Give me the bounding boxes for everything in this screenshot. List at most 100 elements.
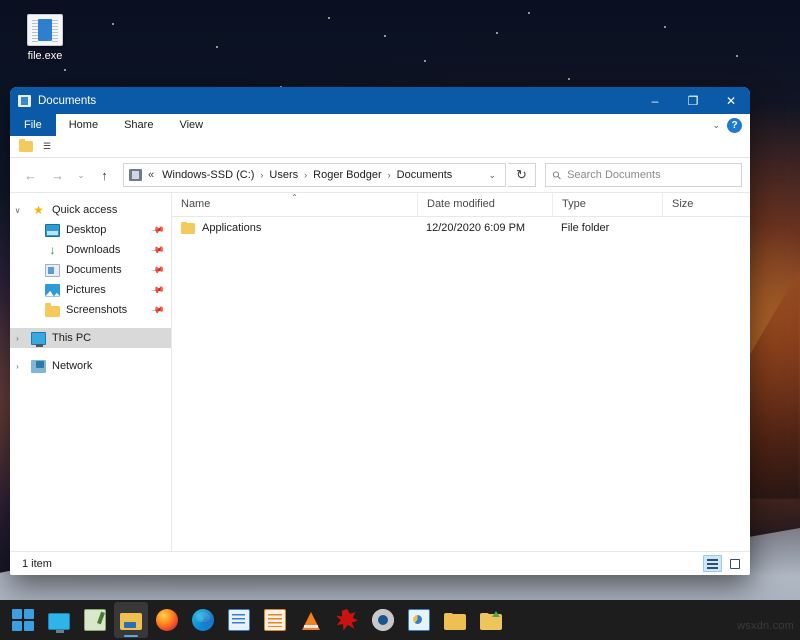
red-splat-icon (336, 609, 358, 631)
address-bar[interactable]: « Windows-SSD (C:) › Users › Roger Bodge… (123, 163, 506, 187)
chevron-down-icon[interactable]: ∨ (10, 206, 25, 215)
folder-upload-app-button[interactable] (474, 602, 508, 638)
network-icon (31, 360, 46, 373)
pin-icon[interactable]: 📌 (150, 282, 165, 297)
sidebar-item-downloads[interactable]: ↓ Downloads 📌 (10, 240, 171, 260)
this-pc-icon (129, 169, 142, 181)
folder-upload-icon (480, 614, 502, 630)
calc-spreadsheet-icon (264, 609, 286, 631)
details-view-button[interactable] (703, 555, 722, 572)
close-button[interactable]: ✕ (712, 87, 750, 114)
item-count-label: 1 item (22, 558, 52, 570)
sidebar-item-this-pc[interactable]: › This PC (10, 328, 171, 348)
start-button[interactable] (6, 602, 40, 638)
sidebar-item-label: Pictures (66, 284, 106, 296)
column-label: Name (181, 198, 210, 210)
vlc-cone-icon (302, 612, 320, 630)
sidebar-item-documents[interactable]: Documents 📌 (10, 260, 171, 280)
documents-icon (45, 264, 60, 277)
view-mode-buttons (703, 555, 744, 572)
impress-presentation-icon (408, 609, 430, 631)
large-icons-view-button[interactable] (725, 555, 744, 572)
desktop-icon-file-exe[interactable]: file.exe (6, 14, 84, 62)
breadcrumb-item-2[interactable]: Roger Bodger (310, 168, 385, 182)
documents-folder-icon (18, 95, 31, 107)
desktop: file.exe Documents – ❐ ✕ File Home Share… (0, 0, 800, 640)
forward-button[interactable]: → (45, 163, 70, 187)
vlc-app-button[interactable] (294, 602, 328, 638)
file-explorer-app-button[interactable] (114, 602, 148, 638)
writer-app-button[interactable] (222, 602, 256, 638)
edge-icon (192, 609, 214, 631)
sidebar-item-pictures[interactable]: Pictures 📌 (10, 280, 171, 300)
tab-file[interactable]: File (10, 114, 56, 136)
search-input[interactable] (567, 169, 734, 181)
chevron-right-icon[interactable]: › (10, 362, 25, 371)
up-button[interactable]: ↑ (92, 163, 117, 187)
breadcrumb-item-3[interactable]: Documents (394, 168, 456, 182)
breadcrumb-separator[interactable]: › (387, 170, 392, 180)
window-titlebar[interactable]: Documents – ❐ ✕ (10, 87, 750, 114)
tab-view[interactable]: View (166, 114, 216, 136)
column-header-type[interactable]: Type (552, 192, 662, 216)
ribbon-right-controls: ⌄ ? (712, 114, 750, 136)
maximize-button[interactable]: ❐ (674, 87, 712, 114)
sidebar-item-desktop[interactable]: Desktop 📌 (10, 220, 171, 240)
column-header-name[interactable]: ⌃ Name (172, 192, 417, 216)
paint-icon (84, 609, 106, 631)
edge-app-button[interactable] (186, 602, 220, 638)
sidebar-item-screenshots[interactable]: Screenshots 📌 (10, 300, 171, 320)
calc-app-button[interactable] (258, 602, 292, 638)
folder-app-button[interactable] (438, 602, 472, 638)
folder-icon (120, 613, 142, 630)
pin-icon[interactable]: 📌 (150, 302, 165, 317)
details-view-icon (707, 559, 718, 569)
breadcrumb: « Windows-SSD (C:) › Users › Roger Bodge… (142, 168, 455, 182)
navigation-pane: ∨ ★ Quick access Desktop 📌 ↓ Downloads 📌 (10, 193, 172, 551)
minimize-button[interactable]: – (636, 87, 674, 114)
pin-icon[interactable]: 📌 (150, 242, 165, 257)
pin-icon[interactable]: 📌 (150, 222, 165, 237)
gear-icon (372, 609, 394, 631)
sidebar-item-quick-access[interactable]: ∨ ★ Quick access (10, 200, 171, 220)
firefox-app-button[interactable] (150, 602, 184, 638)
tab-share[interactable]: Share (111, 114, 166, 136)
recent-locations-button[interactable]: ⌄ (72, 163, 90, 187)
task-view-button[interactable] (42, 602, 76, 638)
status-bar: 1 item (10, 551, 750, 575)
sidebar-item-label: This PC (52, 332, 91, 344)
chevron-right-icon[interactable]: › (10, 334, 25, 343)
pictures-icon (45, 284, 60, 297)
gimp-app-button[interactable] (330, 602, 364, 638)
qat-dropdown-icon[interactable]: ☰ (43, 141, 50, 152)
pin-icon[interactable]: 📌 (150, 262, 165, 277)
table-row[interactable]: Applications 12/20/2020 6:09 PM File fol… (172, 217, 750, 239)
paint-app-button[interactable] (78, 602, 112, 638)
search-box[interactable]: ⚲ (545, 163, 742, 187)
chevron-down-icon[interactable]: ⌄ (712, 120, 720, 131)
breadcrumb-item-0[interactable]: Windows-SSD (C:) (159, 168, 257, 182)
search-icon: ⚲ (550, 168, 565, 183)
document-window-icon (27, 14, 63, 46)
back-button[interactable]: ← (18, 163, 43, 187)
refresh-button[interactable]: ↻ (508, 163, 536, 187)
this-pc-icon (31, 332, 46, 345)
quick-access-toolbar: ☰ (10, 136, 750, 158)
column-header-date-modified[interactable]: Date modified (417, 192, 552, 216)
address-dropdown-icon[interactable]: ⌄ (483, 170, 501, 181)
file-explorer-window: Documents – ❐ ✕ File Home Share View ⌄ ?… (10, 87, 750, 575)
breadcrumb-separator[interactable]: › (303, 170, 308, 180)
breadcrumb-item-1[interactable]: Users (266, 168, 301, 182)
sidebar-item-label: Documents (66, 264, 122, 276)
breadcrumb-overflow[interactable]: « (142, 169, 157, 181)
column-header-size[interactable]: Size (662, 192, 750, 216)
help-icon[interactable]: ? (727, 118, 742, 133)
settings-app-button[interactable] (366, 602, 400, 638)
cell-date-modified: 12/20/2020 6:09 PM (417, 222, 552, 234)
sidebar-item-network[interactable]: › Network (10, 356, 171, 376)
tab-home[interactable]: Home (56, 114, 111, 136)
folder-icon[interactable] (19, 141, 33, 152)
breadcrumb-separator[interactable]: › (259, 170, 264, 180)
column-label: Date modified (427, 198, 495, 210)
impress-app-button[interactable] (402, 602, 436, 638)
